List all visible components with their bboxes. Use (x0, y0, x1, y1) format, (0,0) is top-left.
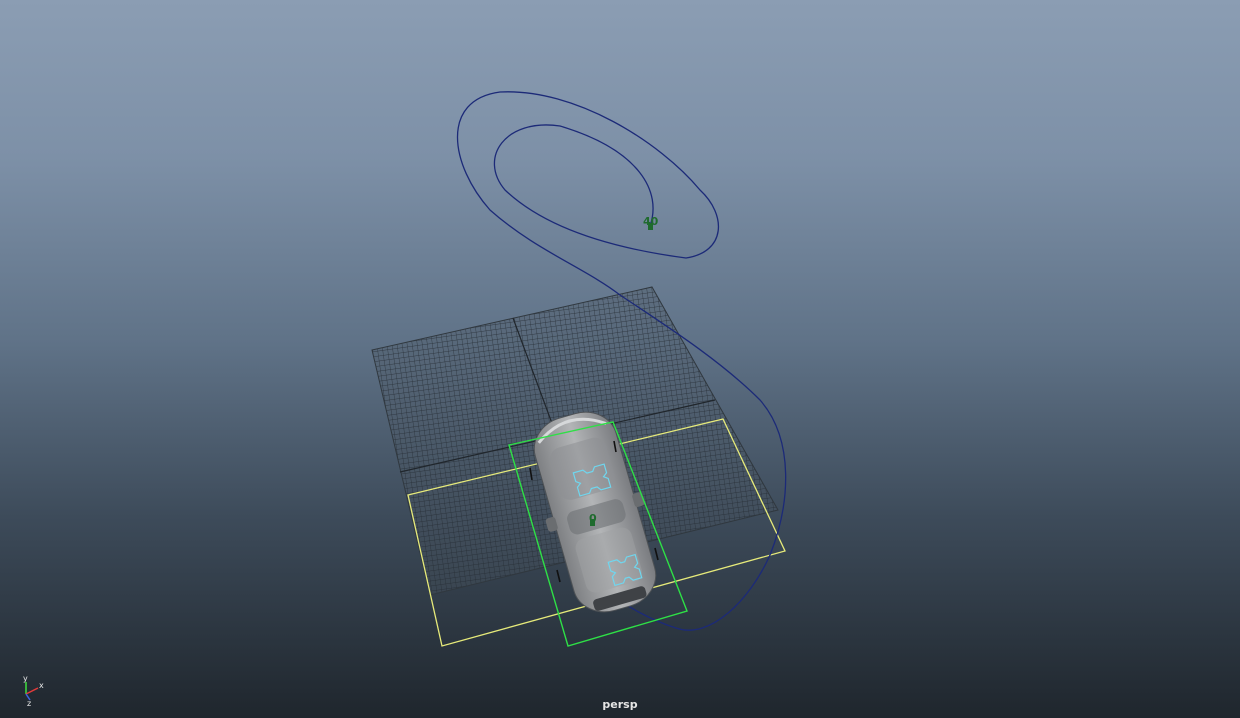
y-axis-label: y (23, 674, 28, 683)
start-frame-label: 0 (589, 512, 597, 525)
scene-canvas[interactable]: 40 0 (0, 0, 1240, 718)
camera-name-label: persp (602, 698, 638, 711)
x-axis-line (25, 687, 39, 695)
motion-path-start-marker[interactable]: 0 (589, 512, 597, 526)
x-axis-label: x (39, 681, 44, 690)
motion-path-end-marker[interactable]: 40 (643, 215, 659, 230)
persp-viewport[interactable]: 40 0 y z x persp (0, 0, 1240, 718)
end-frame-label: 40 (643, 215, 659, 228)
